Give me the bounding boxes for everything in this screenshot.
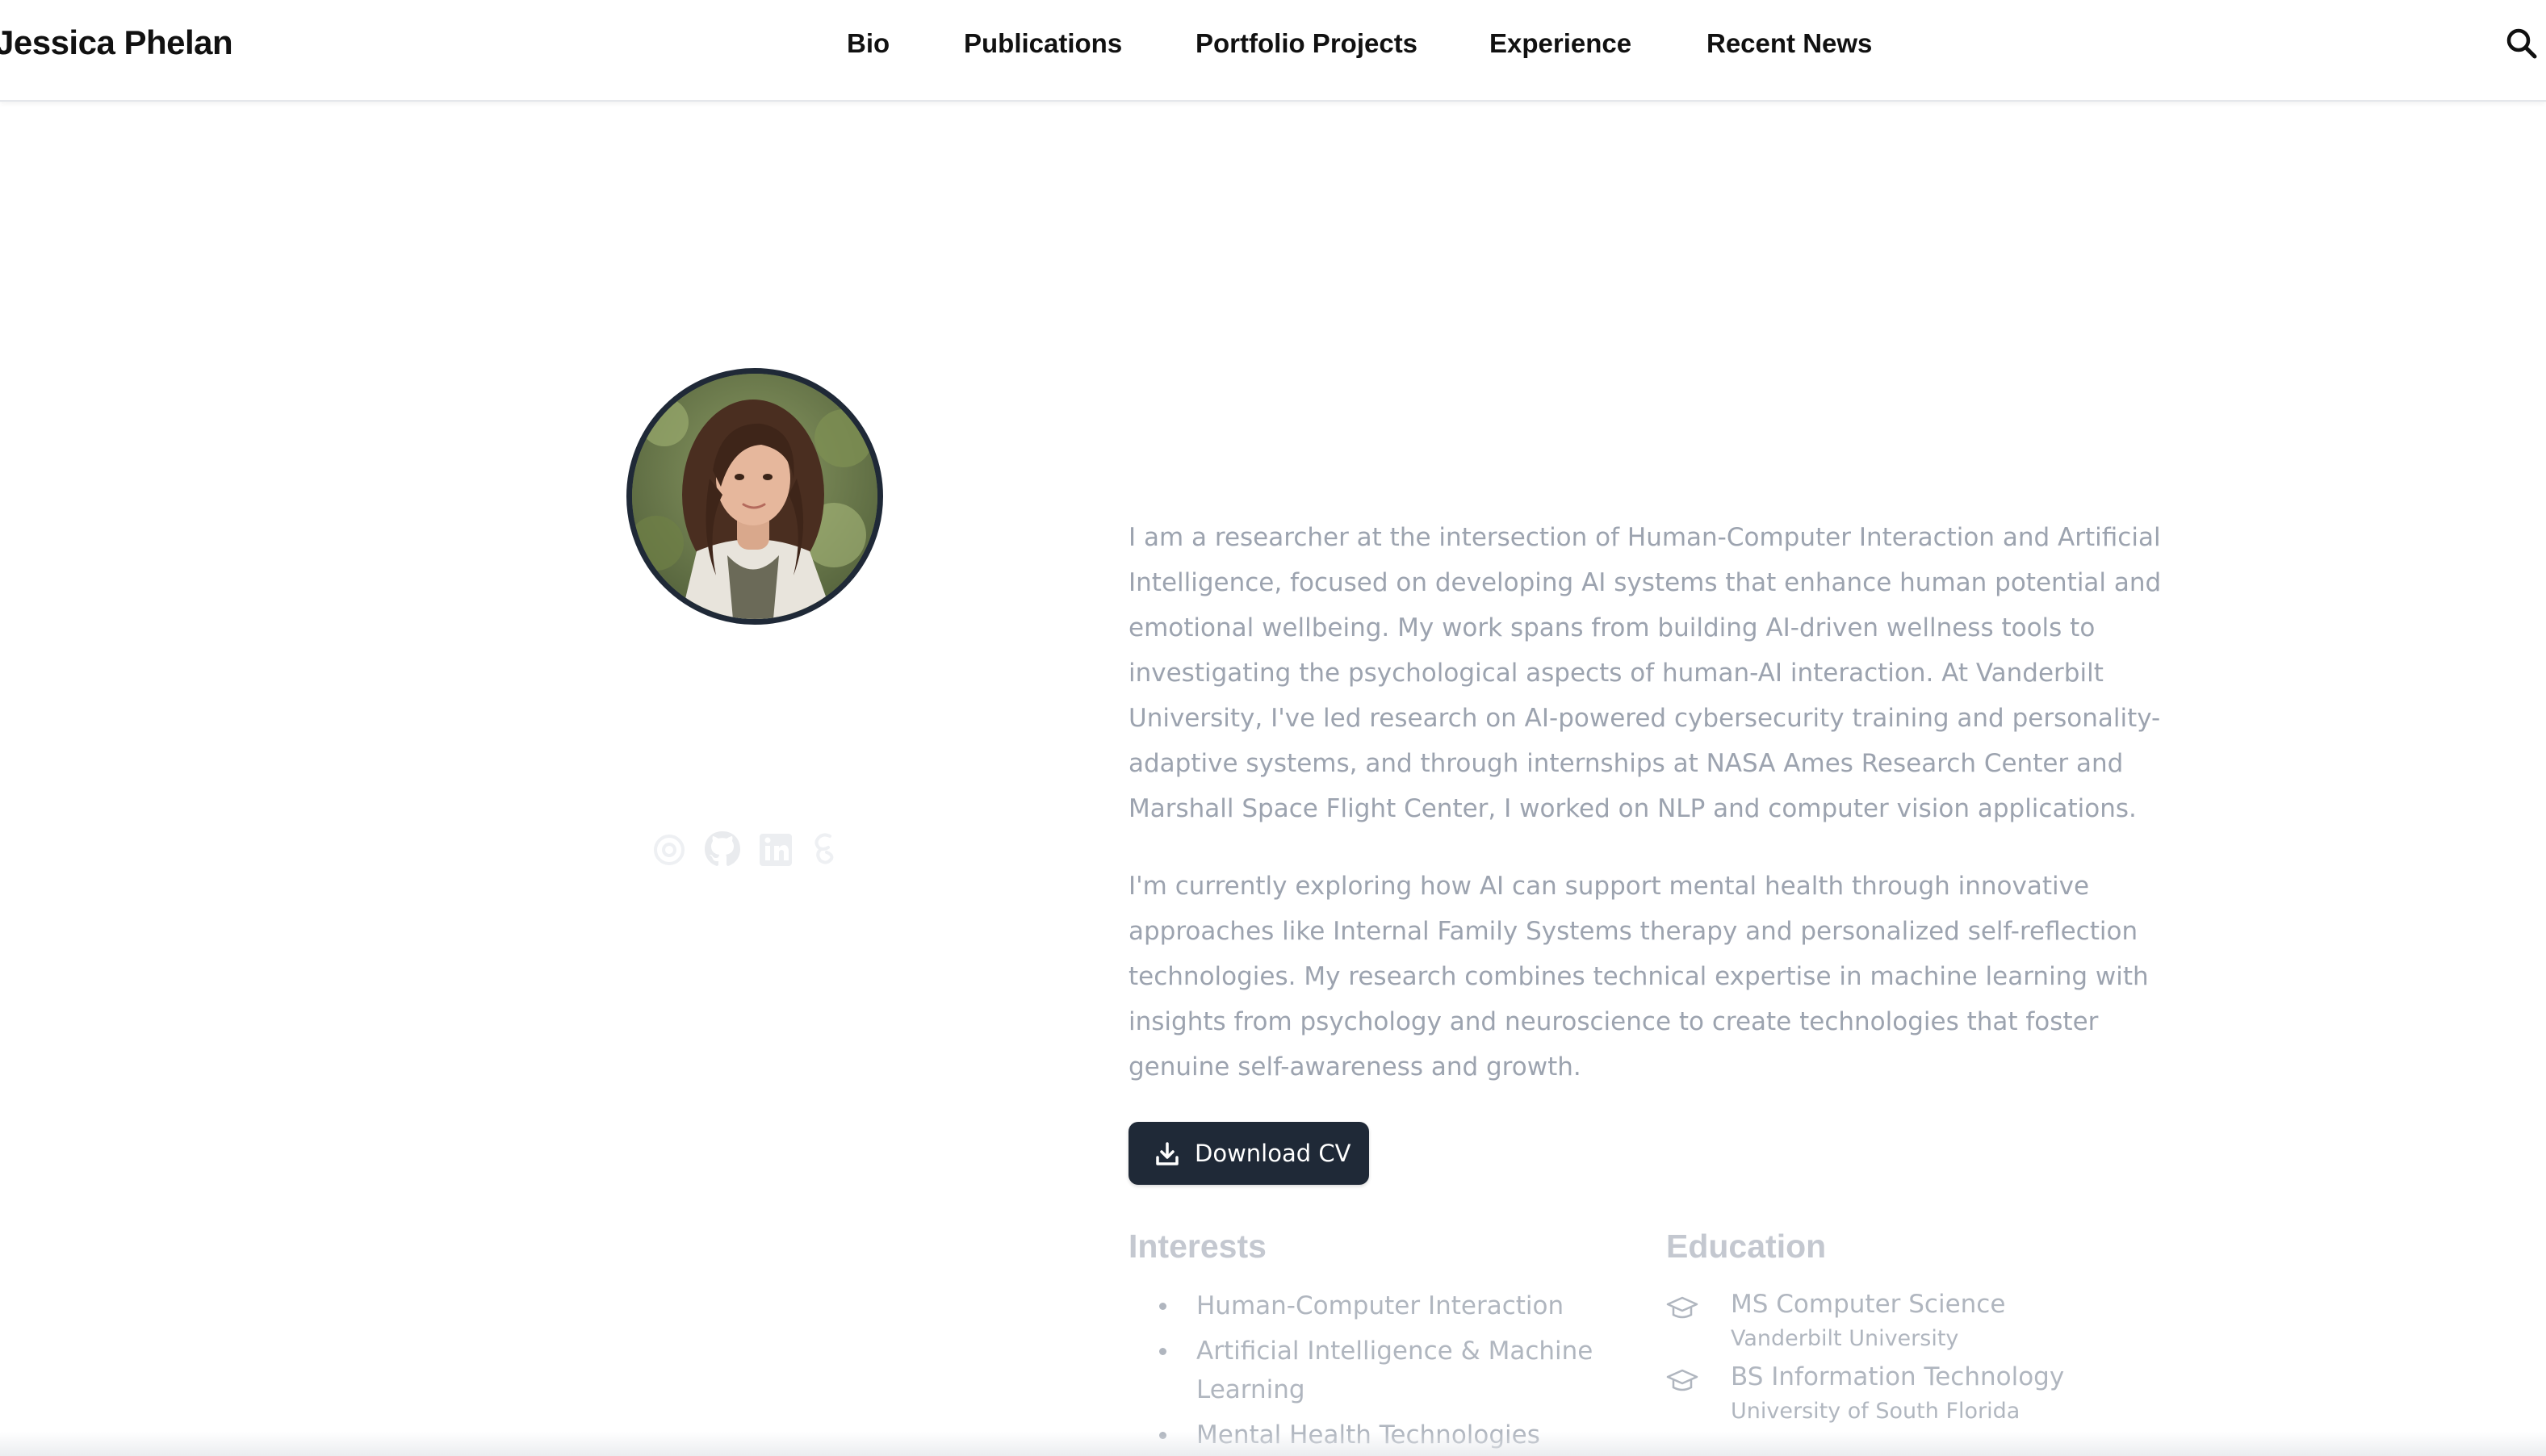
interest-item-label: Artificial Intelligence & Machine Learni…	[1196, 1337, 1593, 1404]
email-link[interactable]	[651, 828, 691, 872]
bio-paragraph-2: I'm currently exploring how AI can suppo…	[1129, 872, 2149, 1082]
bottom-fade	[0, 1432, 2546, 1456]
download-cv-label: Download CV	[1195, 1140, 1351, 1167]
portrait-image	[632, 374, 877, 619]
nav-experience[interactable]: Experience	[1489, 24, 1631, 63]
nav-bio[interactable]: Bio	[847, 24, 890, 63]
education-item: BS Information Technology University of …	[1666, 1359, 2231, 1429]
search-button[interactable]	[2502, 24, 2543, 65]
interest-item: Human-Computer Interaction	[1159, 1287, 1627, 1325]
education-degree: BS Information Technology	[1731, 1362, 2065, 1391]
bio-paragraph-1: I am a researcher at the intersection of…	[1129, 523, 2162, 823]
linkedin-icon	[760, 834, 792, 866]
email-icon	[654, 835, 685, 865]
google-scholar-link[interactable]	[809, 828, 849, 872]
download-cv-button[interactable]: Download CV	[1129, 1122, 1369, 1185]
graduation-cap-icon	[1666, 1296, 1698, 1319]
github-icon	[705, 831, 740, 866]
site-title[interactable]: Jessica Phelan	[0, 21, 233, 65]
education-degree: MS Computer Science	[1731, 1290, 2006, 1319]
profile-photo	[626, 368, 883, 625]
graduation-cap-icon	[1666, 1369, 1698, 1391]
interests-list: Human-Computer Interaction Artificial In…	[1159, 1287, 1627, 1456]
nav-portfolio-projects[interactable]: Portfolio Projects	[1196, 24, 1417, 63]
education-school: Vanderbilt University	[1731, 1326, 1959, 1351]
google-scholar-icon	[814, 833, 834, 864]
interest-item-label: Human-Computer Interaction	[1196, 1291, 1564, 1320]
github-link[interactable]	[702, 828, 743, 872]
education-school: University of South Florida	[1731, 1399, 2020, 1424]
education-heading: Education	[1666, 1228, 1827, 1265]
interest-item: Artificial Intelligence & Machine Learni…	[1159, 1332, 1627, 1409]
site-header: Jessica Phelan Bio Publications Portfoli…	[0, 0, 2546, 102]
education-item: MS Computer Science Vanderbilt Universit…	[1666, 1287, 2231, 1356]
search-icon	[2506, 28, 2537, 59]
linkedin-link[interactable]	[756, 828, 796, 872]
nav-recent-news[interactable]: Recent News	[1706, 24, 1872, 63]
nav-publications[interactable]: Publications	[964, 24, 1122, 63]
download-icon	[1156, 1142, 1179, 1165]
interests-heading: Interests	[1129, 1228, 1267, 1265]
